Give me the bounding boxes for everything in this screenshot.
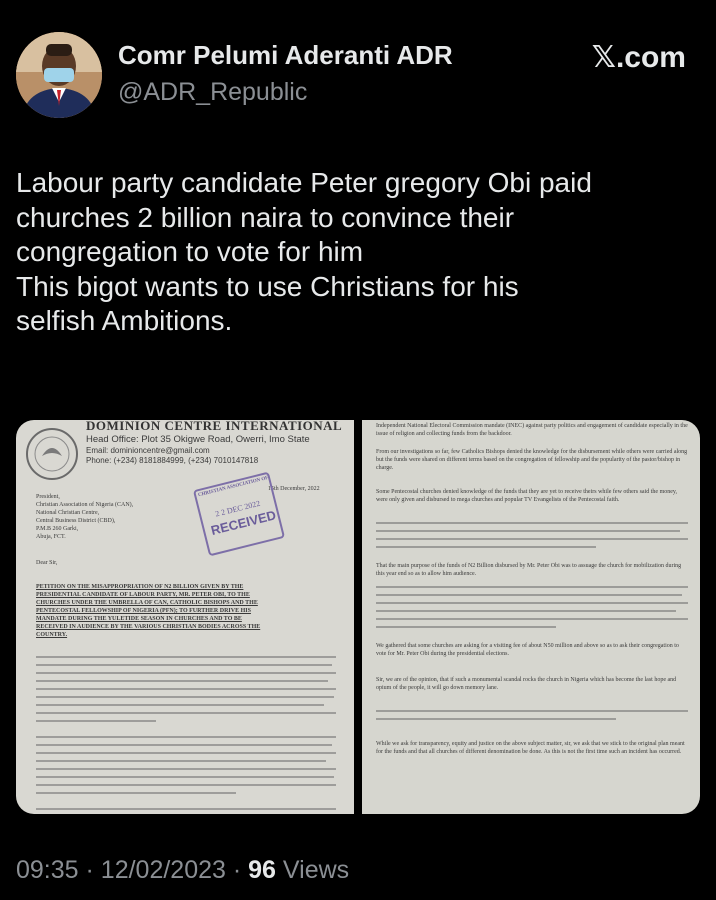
meta-separator: · bbox=[85, 856, 101, 884]
doc-paragraph: From our investigations so far, few Cath… bbox=[376, 449, 688, 471]
subject-line: COUNTRY. bbox=[36, 632, 68, 638]
doc-paragraph: Some Pentecostal churches denied knowled… bbox=[376, 489, 678, 503]
doc-paragraph: Sir, we are of the opinion, that if such… bbox=[376, 677, 677, 691]
tweet-line: churches 2 billion naira to convince the… bbox=[16, 201, 515, 233]
salutation: Dear Sir, bbox=[36, 560, 58, 566]
views-label: Views bbox=[282, 856, 350, 884]
tweet-text: Labour party candidate Peter gregory Obi… bbox=[16, 166, 700, 339]
document-image-left[interactable]: DOMINION CENTRE INTERNATIONAL Head Offic… bbox=[16, 420, 354, 814]
doc-paragraph: While we ask for transparency, equity an… bbox=[376, 741, 685, 755]
doc-phone: Phone: (+234) 8181884999, (+234) 7010147… bbox=[86, 456, 259, 465]
tweet-date[interactable]: 12/02/2023 bbox=[101, 856, 226, 884]
subject-line: PENTECOSTAL FELLOWSHIP OF NIGERIA (PFN);… bbox=[36, 608, 251, 614]
doc-paragraph: We gathered that some churches are askin… bbox=[376, 643, 679, 657]
doc-paragraph: Independent National Electoral Commissio… bbox=[376, 423, 688, 437]
tweet-meta: 09:35 · 12/02/2023 · 96 Views bbox=[16, 856, 349, 885]
address-line: President, bbox=[36, 494, 60, 500]
doc-head-office: Head Office: Plot 35 Okigwe Road, Owerri… bbox=[86, 434, 310, 445]
doc-date: 15th December, 2022 bbox=[268, 486, 320, 492]
display-name[interactable]: Comr Pelumi Aderanti ADR bbox=[118, 40, 453, 71]
address-line: Central Business District (CBD), bbox=[36, 518, 116, 524]
doc-org-name: DOMINION CENTRE INTERNATIONAL bbox=[86, 420, 343, 433]
address-line: P.M.B 260 Garki, bbox=[36, 526, 79, 532]
tweet-header: Comr Pelumi Aderanti ADR @ADR_Republic 𝕏… bbox=[0, 0, 716, 140]
tweet-line: selfish Ambitions. bbox=[16, 305, 233, 336]
avatar[interactable] bbox=[16, 32, 102, 118]
subject-line: PETITION ON THE MISAPPROPRIATION OF N2 B… bbox=[36, 584, 244, 590]
tweet-line: congregation to vote for him bbox=[16, 236, 364, 267]
subject-line: MANDATE DURING THE YULETIDE SEASON IN CH… bbox=[36, 616, 242, 622]
x-logo: 𝕏.com bbox=[591, 41, 686, 74]
doc-email: Email: dominioncentre@gmail.com bbox=[86, 446, 210, 455]
subject-line: PRESIDENTIAL CANDIDATE OF LABOUR PARTY, … bbox=[36, 592, 250, 598]
user-handle[interactable]: @ADR_Republic bbox=[118, 78, 307, 107]
subject-line: CHURCHES UNDER THE UMBRELLA OF CAN, CATH… bbox=[36, 600, 258, 606]
seal-logo-icon bbox=[26, 428, 78, 480]
stamp-org: CHRISTIAN ASSOCIATION OF NIGERIA bbox=[197, 471, 286, 499]
tweet-line: Labour party candidate Peter gregory Obi… bbox=[16, 167, 592, 198]
address-line: Abuja, FCT. bbox=[36, 534, 66, 540]
meta-separator: · bbox=[232, 856, 249, 884]
document-image-right[interactable]: Independent National Electoral Commissio… bbox=[362, 420, 700, 814]
subject-line: RECEIVED IN AUDIENCE BY THE VARIOUS CHRI… bbox=[36, 624, 261, 630]
doc-paragraph: That the main purpose of the funds of N2… bbox=[376, 563, 682, 577]
tweet-media[interactable]: DOMINION CENTRE INTERNATIONAL Head Offic… bbox=[16, 420, 700, 814]
views-count: 96 bbox=[248, 856, 276, 884]
address-line: Christian Association of Nigeria (CAN), bbox=[36, 502, 134, 508]
address-line: National Christian Centre, bbox=[36, 510, 100, 516]
tweet-time[interactable]: 09:35 bbox=[16, 856, 79, 884]
tweet-line: This bigot wants to use Christians for h… bbox=[16, 270, 519, 302]
received-stamp: CHRISTIAN ASSOCIATION OF NIGERIA 2 2 DEC… bbox=[192, 471, 286, 557]
